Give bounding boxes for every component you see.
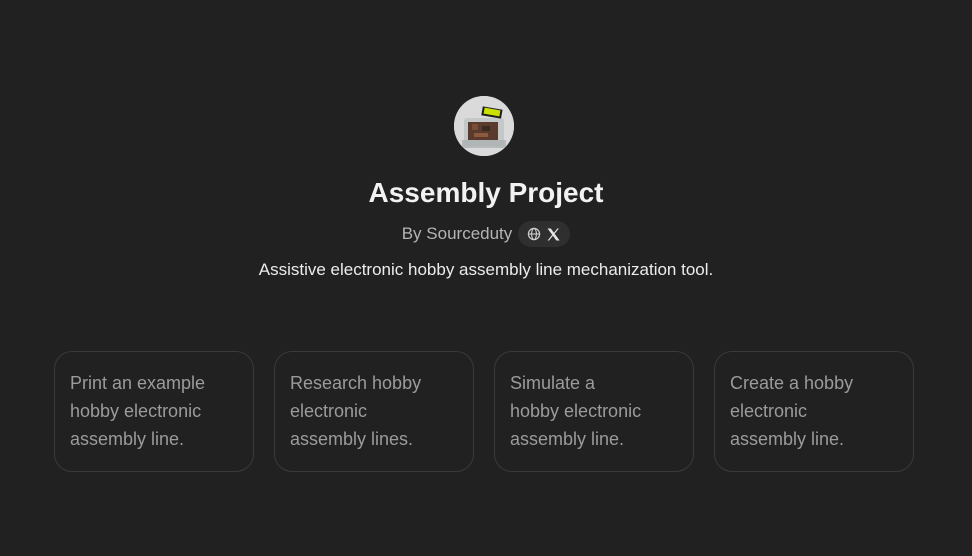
starter-line: Research hobby bbox=[290, 373, 422, 393]
gpt-landing: Assembly Project By Sourceduty Assistive… bbox=[0, 0, 972, 556]
starter-line: assembly line. bbox=[70, 429, 185, 449]
starter-line: hobby electronic bbox=[70, 401, 202, 421]
starter-card[interactable]: Research hobby electronic assembly lines… bbox=[274, 351, 474, 472]
gpt-avatar bbox=[454, 96, 514, 156]
social-links-badge bbox=[518, 221, 571, 247]
starter-card[interactable]: Print an example hobby electronic assemb… bbox=[54, 351, 254, 472]
starter-line: Print an example bbox=[70, 373, 206, 393]
starter-line: electronic bbox=[730, 401, 808, 421]
starter-line: hobby electronic bbox=[510, 401, 642, 421]
starter-line: assembly line. bbox=[730, 429, 845, 449]
starter-line: assembly lines. bbox=[290, 429, 414, 449]
starter-line: assembly line. bbox=[510, 429, 625, 449]
conversation-starters: Print an example hobby electronic assemb… bbox=[54, 351, 914, 472]
x-logo-icon[interactable] bbox=[546, 227, 561, 242]
starter-line: Simulate a bbox=[510, 373, 596, 393]
starter-card[interactable]: Simulate a hobby electronic assembly lin… bbox=[494, 351, 694, 472]
gpt-description: Assistive electronic hobby assembly line… bbox=[258, 260, 714, 279]
author-row: By Sourceduty bbox=[0, 221, 972, 247]
starter-line: Create a hobby bbox=[730, 373, 854, 393]
globe-icon[interactable] bbox=[527, 227, 541, 241]
starter-card[interactable]: Create a hobby electronic assembly line. bbox=[714, 351, 914, 472]
starter-line: electronic bbox=[290, 401, 368, 421]
assembly-device-image bbox=[454, 96, 514, 156]
gpt-title: Assembly Project bbox=[368, 177, 604, 208]
author-label: By Sourceduty bbox=[401, 224, 513, 243]
